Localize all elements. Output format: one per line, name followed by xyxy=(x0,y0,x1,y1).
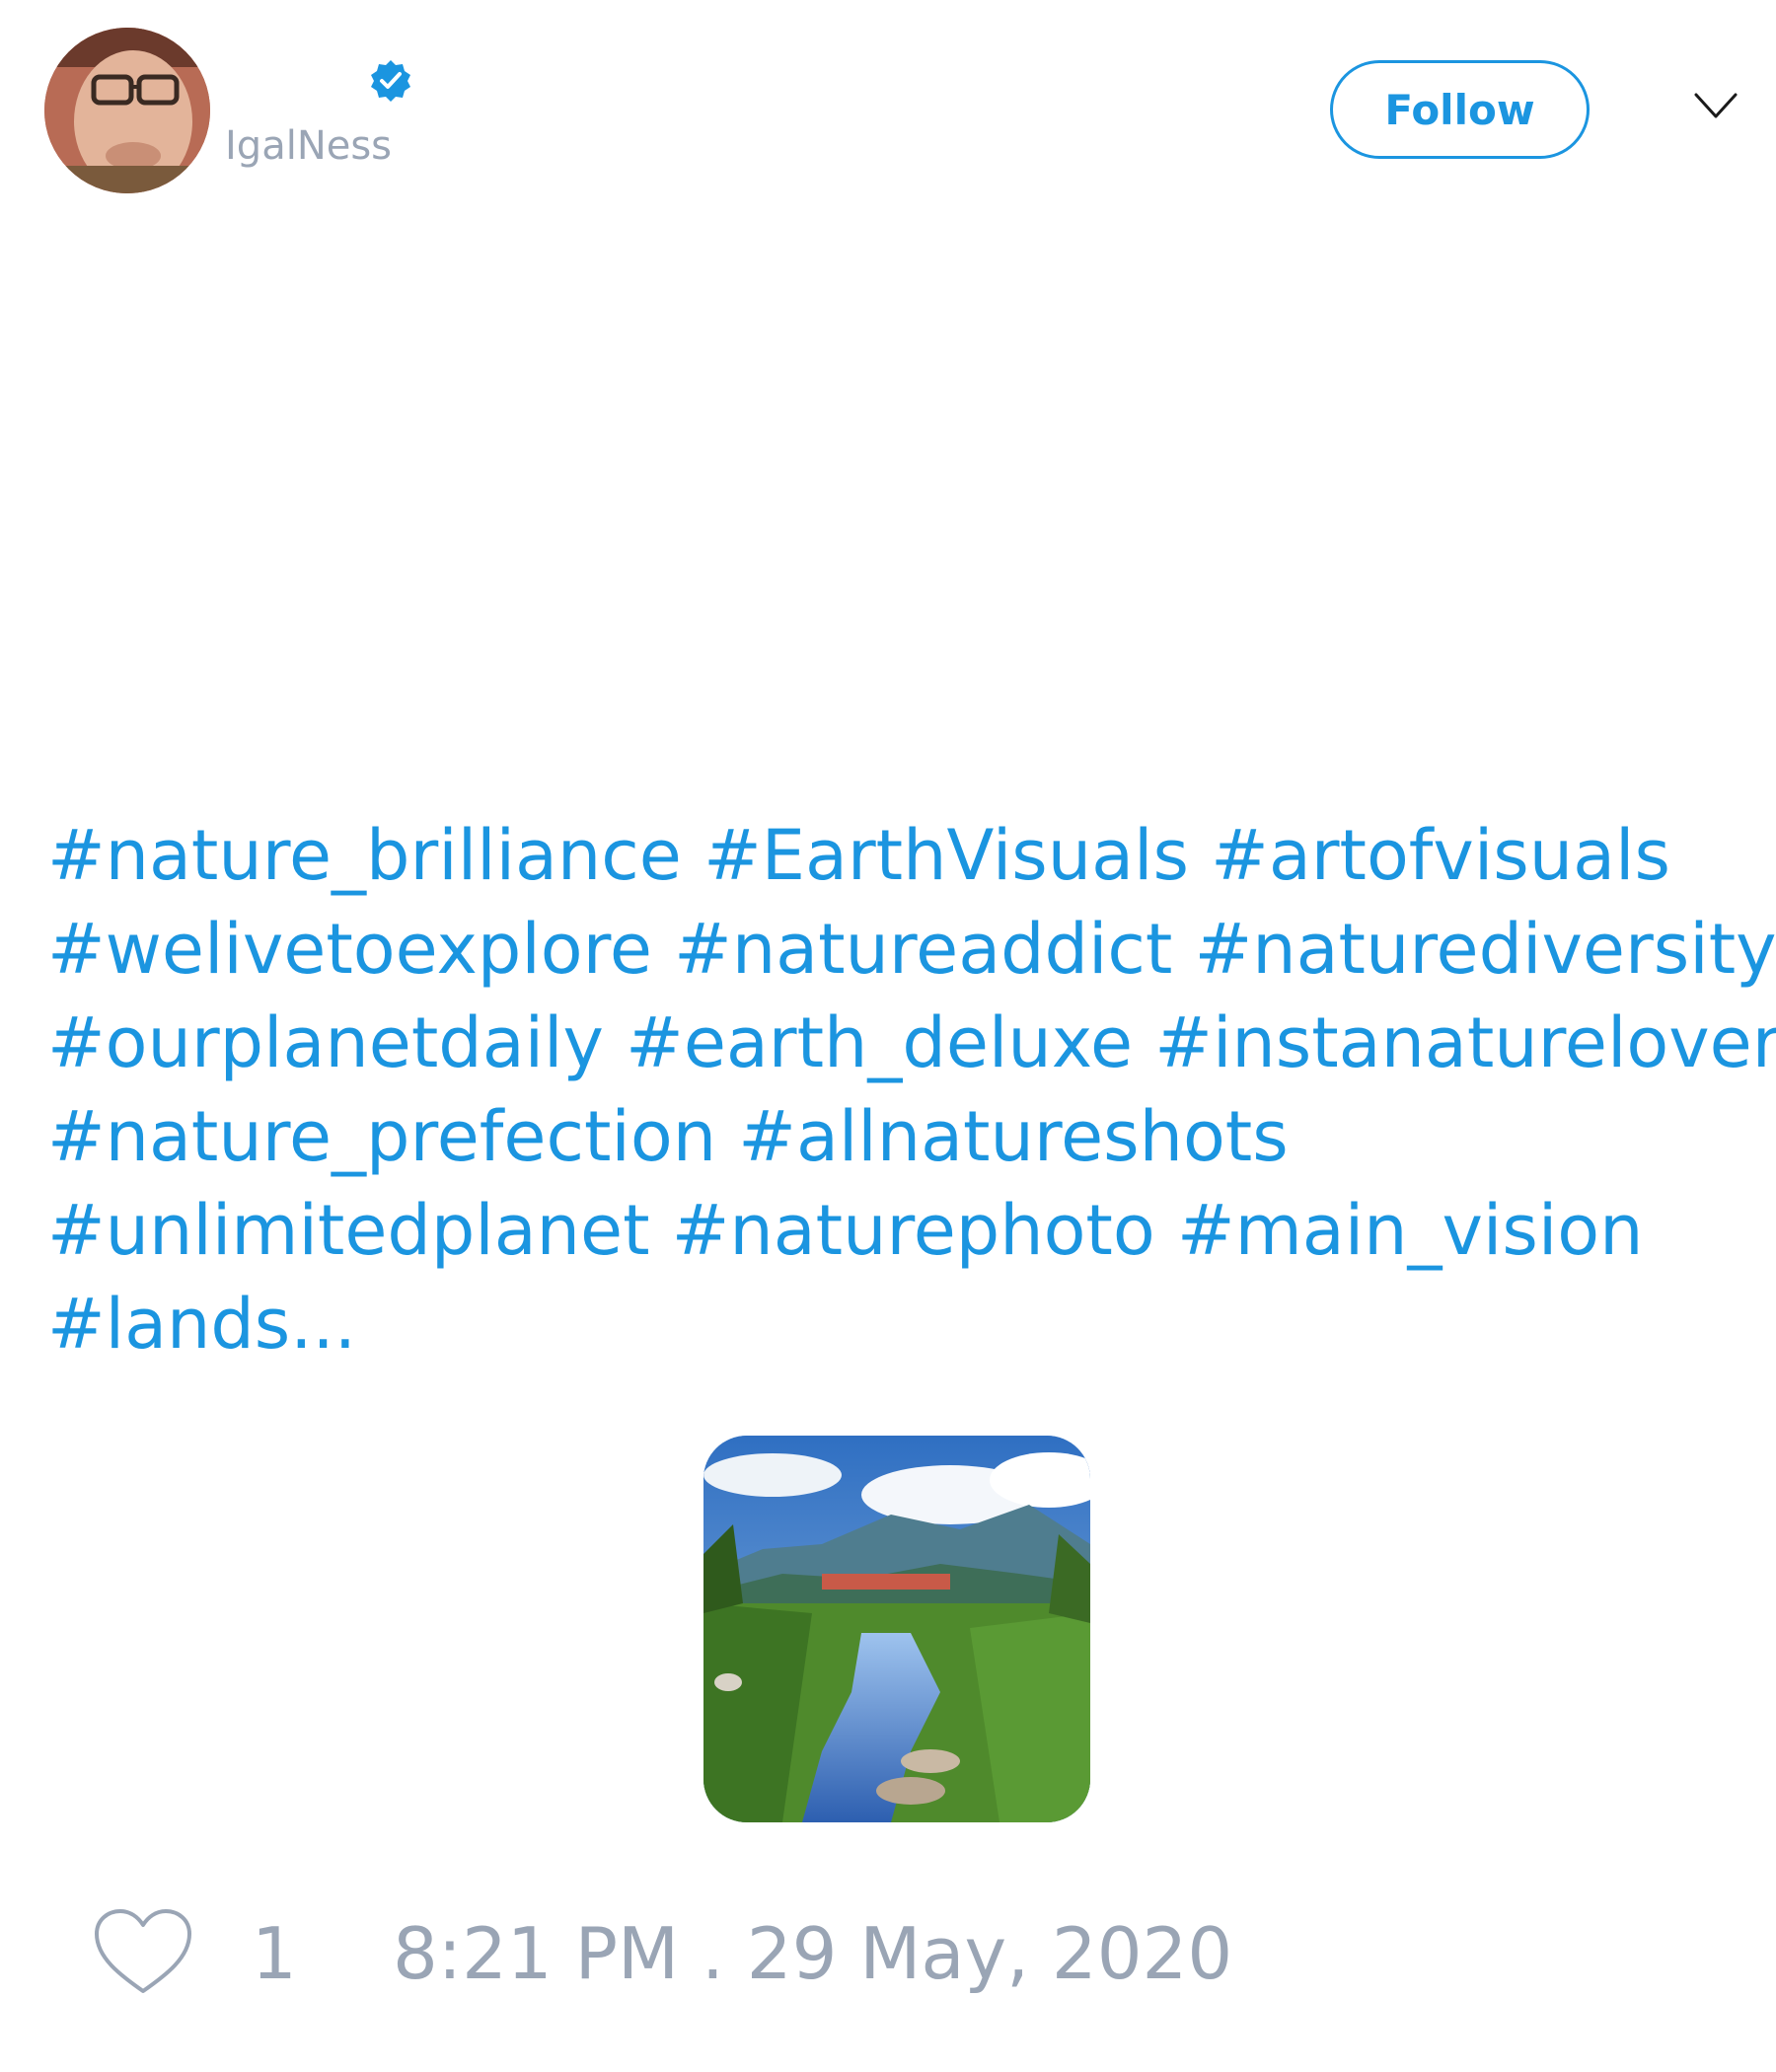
heart-icon[interactable] xyxy=(91,1906,195,1997)
tweet-hashtag-line[interactable]: #nature_prefection #allnatureshots xyxy=(47,1090,1764,1184)
tweet-text: #nature_brilliance #EarthVisuals #artofv… xyxy=(47,809,1776,1371)
tweet-hashtag-line[interactable]: #lands... xyxy=(47,1278,1764,1371)
follow-button[interactable]: Follow xyxy=(1330,60,1590,159)
tweet-hashtag-line[interactable]: #nature_brilliance #EarthVisuals #artofv… xyxy=(47,809,1764,903)
chevron-down-icon[interactable] xyxy=(1693,91,1739,120)
tweet-hashtag-line[interactable]: #unlimitedplanet #naturephoto #main_visi… xyxy=(47,1184,1764,1278)
verified-badge-icon xyxy=(368,58,413,104)
like-count: 1 xyxy=(252,1912,297,1995)
author-handle[interactable]: IgalNess xyxy=(225,126,392,166)
tweet-hashtag-line[interactable]: #welivetoexplore #natureaddict #naturedi… xyxy=(47,903,1776,997)
author-avatar[interactable] xyxy=(44,28,210,193)
tweet-hashtag-line[interactable]: #ourplanetdaily #earth_deluxe #instanatu… xyxy=(47,997,1776,1090)
tweet-timestamp[interactable]: 8:21 PM . 29 May, 2020 xyxy=(393,1914,1232,1993)
tweet-photo[interactable] xyxy=(703,1436,1090,1822)
